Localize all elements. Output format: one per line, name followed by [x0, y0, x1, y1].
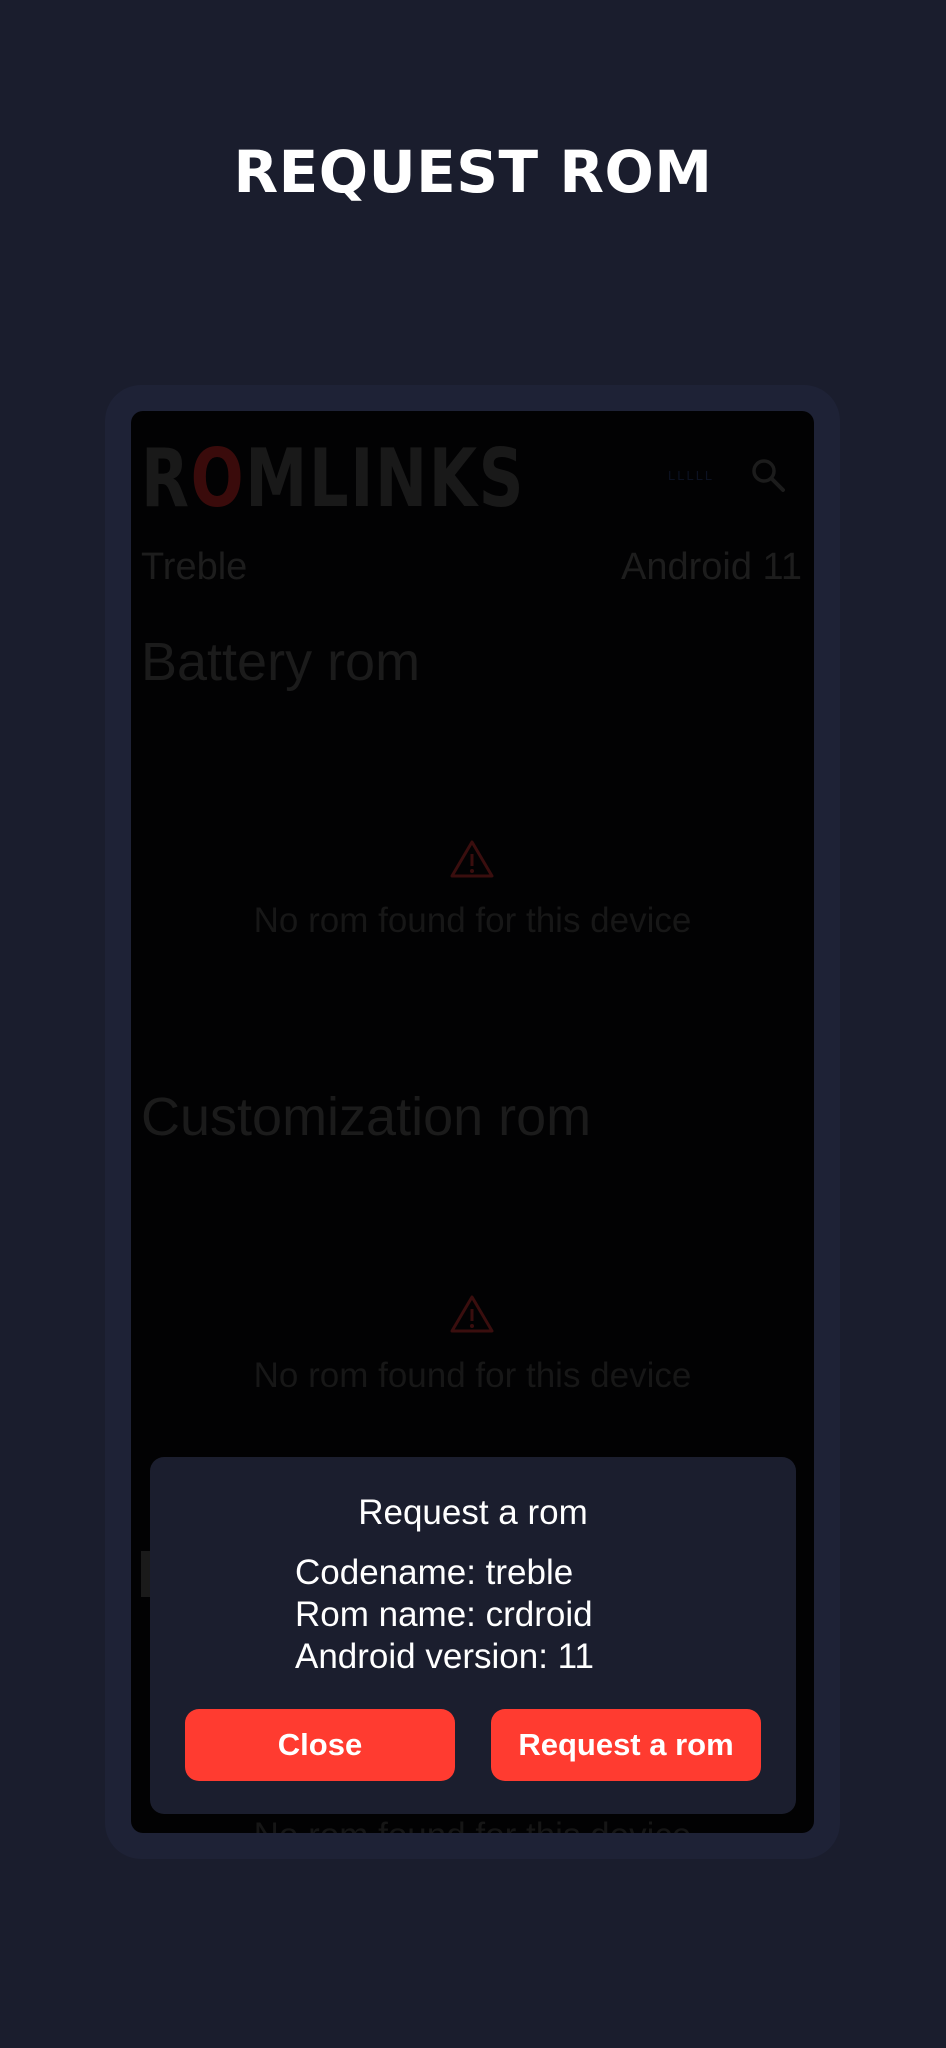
section-title-battery: Battery rom	[141, 632, 421, 692]
page-headline: REQUEST ROM	[233, 138, 713, 206]
warning-icon	[450, 840, 494, 878]
warning-icon	[450, 1295, 494, 1333]
search-icon[interactable]	[749, 456, 787, 494]
language-tag[interactable]: LLLLL	[668, 468, 714, 483]
page: REQUEST ROM ROMLINKS LLLLL Treble Androi…	[0, 0, 946, 2048]
dialog-android-version: Android version: 11	[295, 1637, 594, 1676]
close-button[interactable]: Close	[185, 1709, 455, 1781]
device-codename[interactable]: Treble	[141, 546, 247, 589]
romlinks-logo: ROMLINKS	[141, 432, 526, 525]
dialog-rom-name: Rom name: crdroid	[295, 1595, 593, 1634]
peek-empty-message: No rom found for this device	[131, 1812, 814, 1833]
dialog-codename: Codename: treble	[295, 1553, 574, 1592]
dialog-details: Codename: treble Rom name: crdroid Andro…	[295, 1552, 594, 1678]
empty-message-battery: No rom found for this device	[253, 901, 692, 940]
section-title-customization: Customization rom	[141, 1087, 592, 1147]
android-version-selector[interactable]: Android 11	[621, 546, 802, 589]
empty-message-customization: No rom found for this device	[253, 1356, 692, 1395]
request-rom-button[interactable]: Request a rom	[491, 1709, 761, 1781]
dialog-title: Request a rom	[358, 1493, 588, 1532]
request-rom-dialog: Request a rom Codename: treble Rom name:…	[150, 1457, 796, 1814]
